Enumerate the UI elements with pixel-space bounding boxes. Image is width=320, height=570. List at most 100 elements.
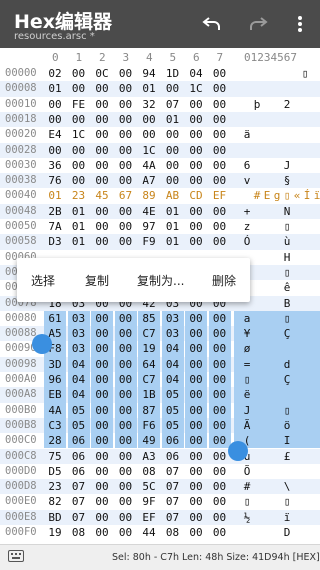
text-char[interactable]	[272, 219, 282, 234]
text-char[interactable]	[272, 464, 282, 479]
hex-byte[interactable]: 00	[185, 510, 207, 525]
hex-byte[interactable]: 00	[208, 356, 231, 372]
hex-byte[interactable]: 00	[138, 127, 160, 142]
hex-byte[interactable]: 06	[68, 464, 90, 479]
text-char[interactable]	[302, 418, 312, 433]
text-char[interactable]	[312, 387, 320, 402]
text-char[interactable]	[292, 173, 302, 188]
hex-byte[interactable]: 04	[161, 356, 184, 372]
text-char[interactable]	[312, 173, 320, 188]
text-char[interactable]	[252, 250, 262, 265]
text-char[interactable]	[262, 510, 272, 525]
hex-bytes[interactable]: F8 03 00 00 19 04 00 00	[44, 341, 234, 357]
hex-byte[interactable]: 00	[115, 143, 137, 158]
text-char[interactable]	[262, 296, 272, 311]
hex-byte[interactable]: 87	[138, 402, 160, 418]
hex-byte[interactable]: 00	[91, 525, 113, 540]
hex-byte[interactable]: 96	[44, 372, 66, 388]
hex-byte[interactable]: 00	[114, 341, 137, 357]
text-char[interactable]	[252, 158, 262, 173]
hex-byte[interactable]: 00	[185, 525, 207, 540]
text-chars[interactable]: ø	[234, 341, 320, 357]
hex-byte[interactable]: 00	[44, 97, 66, 112]
hex-byte[interactable]: 00	[185, 494, 207, 509]
text-char[interactable]: ▯	[282, 494, 292, 509]
text-char[interactable]: ö	[282, 418, 292, 433]
text-char[interactable]: J	[282, 158, 292, 173]
hex-byte[interactable]: 03	[67, 341, 90, 357]
hex-bytes[interactable]: 96 04 00 00 C7 04 00 00	[44, 372, 234, 388]
hex-byte[interactable]: 00	[91, 97, 113, 112]
text-char[interactable]: ▯	[242, 372, 252, 387]
hex-byte[interactable]: 00	[114, 326, 137, 342]
hex-byte[interactable]: E4	[44, 127, 66, 142]
hex-byte[interactable]: 00	[91, 81, 113, 96]
hex-byte[interactable]: 4A	[44, 402, 66, 418]
text-char[interactable]	[262, 280, 272, 295]
text-chars[interactable]: Õ	[234, 464, 320, 479]
hex-bytes[interactable]: 2B 01 00 00 4E 01 00 00	[44, 204, 234, 219]
text-char[interactable]	[252, 525, 262, 540]
text-char[interactable]	[252, 433, 262, 448]
text-char[interactable]	[262, 372, 272, 387]
text-char[interactable]	[272, 449, 282, 464]
hex-row[interactable]: 000A0 96 04 00 00 C7 04 00 00 ▯ Ç	[0, 372, 320, 388]
text-char[interactable]: 6	[242, 158, 252, 173]
text-char[interactable]	[312, 418, 320, 433]
hex-byte[interactable]: 01	[162, 234, 184, 249]
hex-byte[interactable]: 44	[138, 525, 160, 540]
hex-byte[interactable]: 03	[67, 310, 90, 327]
text-char[interactable]	[302, 204, 312, 219]
text-char[interactable]	[262, 433, 272, 448]
text-char[interactable]	[302, 265, 312, 280]
hex-byte[interactable]: 00	[185, 402, 207, 418]
hex-bytes[interactable]: BD 07 00 00 EF 07 00 00	[44, 510, 234, 525]
text-char[interactable]: g	[272, 188, 282, 203]
hex-byte[interactable]: 00	[209, 81, 231, 96]
text-char[interactable]	[302, 311, 312, 326]
text-char[interactable]	[242, 112, 252, 127]
text-chars[interactable]: 6J	[234, 158, 320, 173]
text-char[interactable]	[282, 341, 292, 356]
hex-byte[interactable]: 00	[209, 173, 231, 188]
text-char[interactable]: B	[282, 296, 292, 311]
hex-byte[interactable]: 00	[91, 372, 113, 388]
text-char[interactable]	[312, 250, 320, 265]
hex-byte[interactable]: 82	[44, 494, 66, 509]
hex-byte[interactable]: 00	[91, 143, 113, 158]
text-char[interactable]	[312, 326, 320, 341]
hex-byte[interactable]: 08	[68, 525, 90, 540]
hex-byte[interactable]: 97	[138, 219, 160, 234]
text-char[interactable]	[252, 280, 262, 295]
menu-delete[interactable]: 删除	[212, 272, 236, 289]
hex-byte[interactable]: 00	[208, 417, 231, 434]
hex-byte[interactable]: 00	[115, 219, 137, 234]
text-char[interactable]	[302, 280, 312, 295]
text-char[interactable]	[282, 66, 292, 81]
text-char[interactable]	[252, 510, 262, 525]
text-char[interactable]	[302, 341, 312, 356]
text-char[interactable]	[272, 97, 282, 112]
hex-byte[interactable]: 75	[44, 449, 66, 464]
hex-byte[interactable]: EF	[138, 510, 160, 525]
text-char[interactable]	[272, 234, 282, 249]
text-char[interactable]	[262, 127, 272, 142]
text-char[interactable]	[292, 296, 302, 311]
hex-byte[interactable]: 32	[138, 97, 160, 112]
text-char[interactable]	[252, 81, 262, 96]
hex-row[interactable]: 00050 7A 01 00 00 97 01 00 00 z ▯	[0, 219, 320, 234]
menu-select[interactable]: 选择	[31, 272, 55, 289]
hex-byte[interactable]: 00	[91, 449, 113, 464]
hex-byte[interactable]: 00	[91, 127, 113, 142]
hex-byte[interactable]: 28	[44, 433, 66, 449]
hex-byte[interactable]: 00	[185, 173, 207, 188]
text-char[interactable]	[312, 97, 320, 112]
hex-byte[interactable]: F6	[138, 417, 160, 434]
text-char[interactable]	[292, 341, 302, 356]
text-char[interactable]	[242, 97, 252, 112]
hex-byte[interactable]: 00	[91, 356, 113, 372]
text-char[interactable]	[252, 296, 262, 311]
hex-bytes[interactable]: 01 23 45 67 89 AB CD EF	[44, 188, 234, 203]
hex-byte[interactable]: 00	[208, 402, 231, 418]
hex-bytes[interactable]: C3 05 00 00 F6 05 00 00	[44, 417, 234, 434]
